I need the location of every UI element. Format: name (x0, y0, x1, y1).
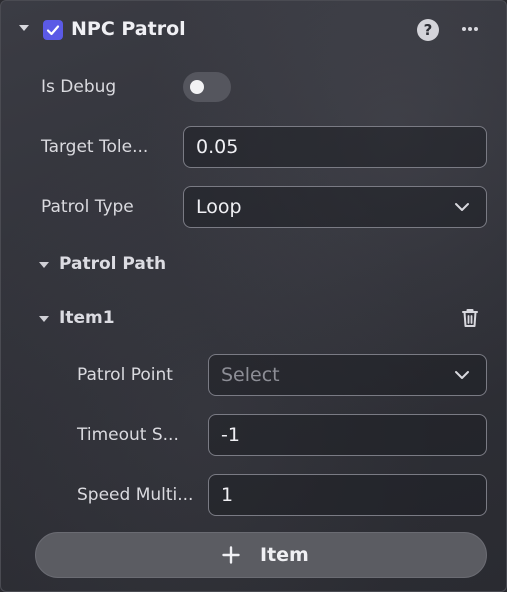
patrol-point-select[interactable]: Select (208, 354, 487, 396)
more-icon[interactable] (459, 18, 481, 40)
timeout-value: -1 (221, 424, 240, 446)
trash-icon[interactable] (460, 307, 480, 329)
target-tolerance-input[interactable]: 0.05 (183, 126, 487, 168)
is-debug-label: Is Debug (41, 77, 117, 97)
patrol-type-value: Loop (196, 196, 242, 218)
target-tolerance-label: Target Tole... (41, 137, 149, 157)
add-item-label: Item (260, 544, 309, 566)
patrol-point-placeholder: Select (221, 364, 280, 386)
chevron-down-icon (455, 203, 469, 211)
patrol-type-select[interactable]: Loop (183, 186, 487, 228)
patrol-type-label: Patrol Type (41, 197, 134, 217)
speed-multiplier-input[interactable]: 1 (208, 474, 487, 516)
npc-patrol-panel: NPC Patrol ? Is Debug Target Tole... 0.0… (0, 0, 507, 592)
chevron-down-icon (455, 371, 469, 379)
item1-title: Item1 (59, 308, 115, 328)
timeout-input[interactable]: -1 (208, 414, 487, 456)
toggle-knob (190, 80, 204, 94)
item1-caret-icon[interactable] (39, 316, 49, 322)
plus-icon (222, 546, 240, 564)
component-title: NPC Patrol (71, 18, 186, 40)
timeout-label: Timeout S... (77, 425, 179, 445)
add-item-button[interactable]: Item (35, 532, 487, 578)
checkmark-icon (46, 25, 60, 36)
speed-multiplier-value: 1 (221, 484, 234, 506)
speed-multiplier-label: Speed Multi... (77, 485, 194, 505)
help-icon[interactable]: ? (417, 19, 439, 41)
is-debug-toggle[interactable] (183, 72, 231, 102)
patrol-path-title: Patrol Path (59, 254, 167, 274)
patrol-point-label: Patrol Point (77, 365, 173, 385)
collapse-caret-icon[interactable] (19, 25, 29, 31)
patrol-path-caret-icon[interactable] (39, 262, 49, 268)
target-tolerance-value: 0.05 (196, 136, 239, 158)
enable-checkbox[interactable] (43, 20, 63, 40)
